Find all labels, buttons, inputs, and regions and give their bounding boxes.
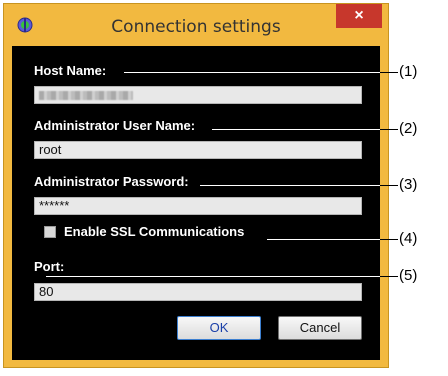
callout-leader-4-inner — [267, 239, 380, 240]
host-name-label: Host Name: — [34, 63, 107, 78]
ssl-checkbox[interactable] — [44, 226, 56, 238]
title-bar: Connection settings × — [4, 4, 388, 46]
callout-leader-1 — [380, 72, 398, 73]
callout-3: (3) — [399, 176, 418, 193]
cancel-button[interactable]: Cancel — [278, 316, 362, 340]
port-label: Port: — [34, 259, 65, 274]
close-button[interactable]: × — [336, 4, 382, 28]
callout-2: (2) — [399, 120, 418, 137]
callout-1: (1) — [399, 63, 418, 80]
callout-leader-3 — [380, 185, 398, 186]
callout-leader-1-inner — [124, 72, 380, 73]
host-name-value-redacted — [39, 91, 133, 100]
host-name-field[interactable] — [34, 86, 362, 104]
admin-password-field[interactable]: ****** — [34, 197, 362, 215]
callout-leader-5 — [380, 276, 398, 277]
callout-leader-4 — [380, 239, 398, 240]
callout-4: (4) — [399, 230, 418, 247]
ok-button[interactable]: OK — [177, 316, 261, 340]
close-icon: × — [354, 7, 364, 24]
callout-leader-3-inner — [200, 185, 380, 186]
callout-leader-5-inner — [46, 276, 380, 277]
admin-user-label: Administrator User Name: — [34, 118, 196, 133]
callout-leader-2-inner — [212, 129, 380, 130]
ssl-label: Enable SSL Communications — [64, 224, 245, 239]
dialog-content: Host Name: Administrator User Name: root… — [12, 46, 380, 360]
callout-leader-2 — [380, 129, 398, 130]
port-field[interactable]: 80 — [34, 283, 362, 301]
callout-5: (5) — [399, 267, 418, 284]
window-title: Connection settings — [111, 17, 281, 37]
admin-user-field[interactable]: root — [34, 141, 362, 159]
admin-password-label: Administrator Password: — [34, 174, 189, 189]
